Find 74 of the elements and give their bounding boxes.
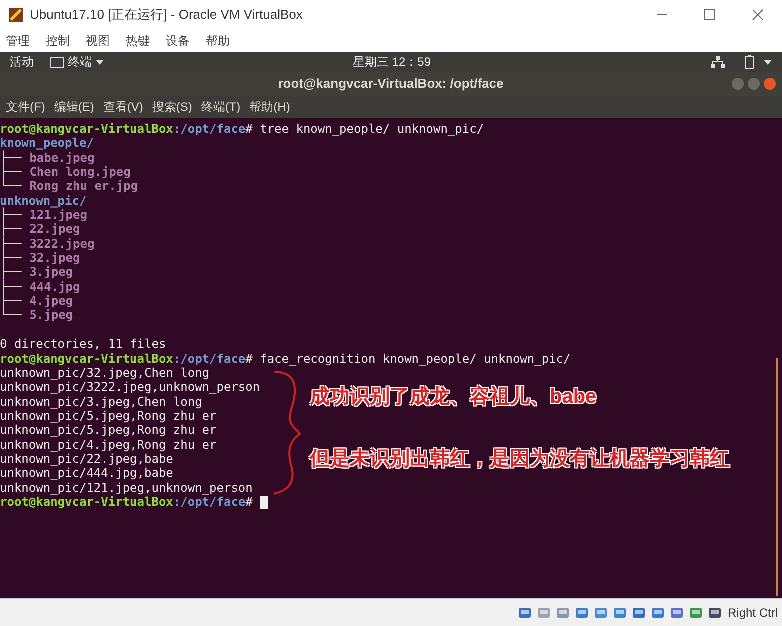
- output-line: unknown_pic/3222.jpeg,unknown_person: [0, 380, 260, 394]
- prompt-path: :/opt/face: [173, 122, 246, 136]
- file-name: 32.jpeg: [30, 251, 80, 266]
- file-name: 4.jpeg: [30, 294, 74, 308]
- menu-item[interactable]: 帮助: [206, 32, 230, 50]
- prompt-user: root@kangvcar-VirtualBox: [0, 122, 174, 136]
- file-name: Chen long.jpeg: [30, 165, 131, 180]
- annotation-text: 但是未识别出韩红，是因为没有让机器学习韩红: [310, 447, 730, 472]
- battery-icon[interactable]: [745, 55, 754, 69]
- file-name: 5.jpeg: [30, 308, 74, 323]
- tree-branch: ├──: [0, 294, 22, 308]
- maximize-icon[interactable]: [704, 9, 716, 21]
- annotation-text: 成功识别了成龙、容祖儿、babe: [310, 384, 598, 410]
- caret-icon[interactable]: [764, 60, 772, 64]
- menu-item[interactable]: 控制: [46, 32, 70, 50]
- host-key-label: Right Ctrl: [728, 604, 778, 622]
- minimize-button[interactable]: [732, 78, 744, 90]
- tree-branch: └──: [0, 179, 22, 194]
- tree-branch: ├──: [0, 150, 22, 165]
- menu-item[interactable]: 热键: [126, 32, 150, 50]
- app-icon: [8, 7, 24, 23]
- command-text: # face_recognition known_people/ unknown_pic/: [246, 352, 571, 366]
- file-name: babe.jpeg: [30, 150, 95, 166]
- menu-item[interactable]: 帮助(H): [250, 98, 290, 116]
- output-line: unknown_pic/22.jpeg,babe: [0, 452, 174, 466]
- tree-branch: └──: [0, 308, 22, 323]
- tree-branch: ├──: [0, 165, 22, 180]
- close-button[interactable]: [764, 78, 776, 90]
- menu-item[interactable]: 终端(T): [201, 98, 241, 116]
- scrollbar[interactable]: [776, 358, 778, 596]
- file-name: 3222.jpeg: [30, 236, 95, 252]
- output-line: unknown_pic/3.jpeg,Chen long: [0, 394, 202, 409]
- menu-item[interactable]: 管理: [6, 32, 30, 50]
- tree-branch: ├──: [0, 280, 22, 294]
- close-icon[interactable]: [752, 9, 764, 21]
- output-line: unknown_pic/444.jpg,babe: [0, 466, 174, 480]
- caret-icon: [96, 60, 104, 64]
- command-text: #: [246, 494, 253, 510]
- tree-branch: ├──: [0, 236, 22, 251]
- prompt-path: :/opt/face: [173, 352, 246, 366]
- clock[interactable]: 星期三 12：59: [353, 53, 432, 71]
- output-line: unknown_pic/121.jpeg,unknown_person: [0, 480, 253, 495]
- window-title: Ubuntu17.10 [正在运行] - Oracle VM VirtualBox: [30, 6, 303, 24]
- terminal-title: root@kangvcar-VirtualBox: /opt/face: [278, 75, 504, 94]
- terminal-icon: [50, 56, 64, 68]
- command-text: # tree known_people/ unknown_pic/: [246, 122, 484, 136]
- maximize-button[interactable]: [748, 78, 760, 90]
- tree-branch: ├──: [0, 208, 22, 222]
- menu-item[interactable]: 设备: [166, 32, 190, 50]
- file-name: 3.jpeg: [30, 265, 74, 280]
- output-line: unknown_pic/5.jpeg,Rong zhu er: [0, 423, 217, 438]
- app-menu[interactable]: 终端: [68, 53, 92, 71]
- menu-item[interactable]: 搜索(S): [152, 98, 192, 116]
- file-name: 444.jpg: [30, 280, 80, 294]
- output-line: unknown_pic/5.jpeg,Rong zhu er: [0, 408, 217, 423]
- output-line: unknown_pic/32.jpeg,Chen long: [0, 366, 210, 380]
- activities-button[interactable]: 活动: [10, 53, 34, 71]
- output-line: unknown_pic/4.jpeg,Rong zhu er: [0, 438, 217, 452]
- menu-item[interactable]: 编辑(E): [54, 98, 94, 116]
- menu-item[interactable]: 视图: [86, 32, 110, 50]
- menu-item[interactable]: 查看(V): [103, 98, 144, 116]
- directory-name: unknown_pic/: [0, 194, 87, 208]
- prompt-path: :/opt/face: [173, 494, 246, 510]
- tree-branch: ├──: [0, 265, 22, 280]
- file-name: 121.jpeg: [30, 208, 88, 222]
- tree-branch: ├──: [0, 222, 22, 236]
- prompt-user: root@kangvcar-VirtualBox: [0, 494, 174, 510]
- file-name: 22.jpeg: [30, 222, 80, 237]
- directory-name: known_people/: [0, 136, 94, 150]
- menu-item[interactable]: 文件(F): [6, 98, 46, 116]
- tree-branch: ├──: [0, 251, 22, 266]
- prompt-user: root@kangvcar-VirtualBox: [0, 352, 174, 366]
- output-line: 0 directories, 11 files: [0, 337, 166, 352]
- file-name: Rong zhu er.jpg: [30, 179, 138, 194]
